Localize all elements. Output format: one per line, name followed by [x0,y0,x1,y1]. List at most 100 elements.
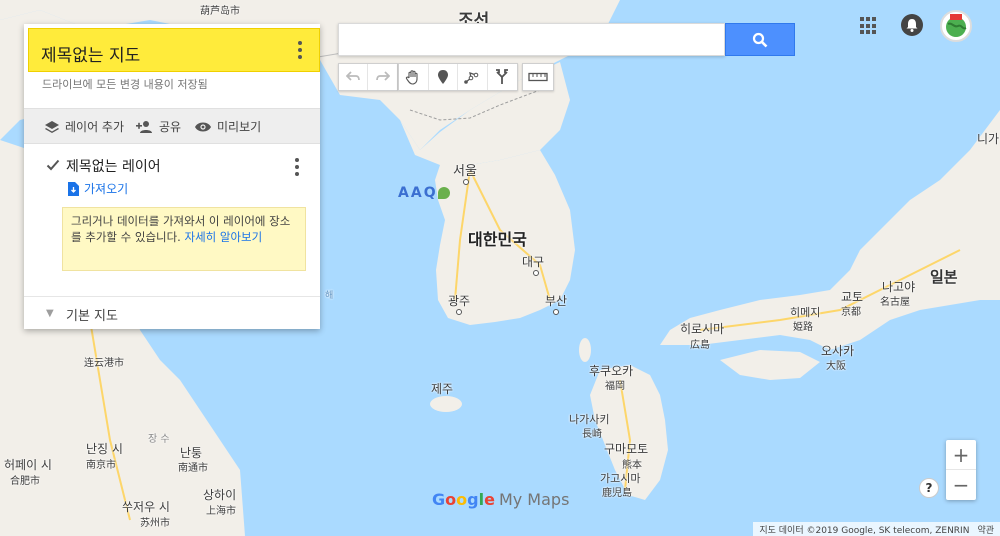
label-kagoshima-han: 鹿児島 [602,488,632,499]
search-input[interactable] [338,23,725,56]
google-wordmark: Google [432,490,495,509]
marker-q-icon: Q [423,185,436,201]
layer-options-icon[interactable] [292,158,302,178]
label-kumamoto-han: 熊本 [622,460,642,471]
directions-button[interactable] [488,64,517,90]
label-nantong-han: 南通市 [178,463,208,474]
search-button[interactable] [725,23,795,56]
zoom-in-button[interactable]: + [946,440,976,470]
google-letter: G [432,490,446,509]
hand-icon [406,70,418,85]
share-label: 공유 [159,120,182,134]
label-lianyungang: 连云港市 [84,358,124,369]
label-suzhou: 쑤저우 시 [122,500,170,514]
marker-icon [437,70,448,84]
zoom-control: + − [946,440,976,500]
draw-toolbar [398,63,518,91]
google-letter: e [484,490,495,509]
add-layer-button[interactable]: 레이어 추가 [44,118,124,135]
bell-icon [906,19,918,32]
add-person-icon [136,120,152,133]
city-dot-daegu [533,270,539,276]
zoom-out-button[interactable]: − [946,470,976,500]
help-button[interactable]: ? [919,478,939,498]
measure-toolbar [522,63,554,91]
city-dot-gwangju [456,309,462,315]
ruler-icon [528,72,548,82]
directions-icon [496,69,509,84]
map-title[interactable]: 제목없는 지도 [41,41,140,66]
learn-more-link[interactable]: 자세히 알아보기 [185,230,263,244]
label-japan: 일본 [930,268,958,286]
layer-row: 제목없는 레이어 [24,152,320,180]
undo-icon [346,71,360,81]
avatar[interactable] [940,10,972,42]
undo-button[interactable] [339,64,369,90]
redo-button[interactable] [368,64,397,90]
marker-pin-icon [437,187,450,199]
layer-name[interactable]: 제목없는 레이어 [66,156,161,176]
google-letter: g [467,490,479,509]
label-huludao: 葫芦岛市 [200,6,240,17]
label-seoul: 서울 [453,164,477,179]
map-editor-panel: 제목없는 지도 드라이브에 모든 변경 내용이 저장됨 레이어 추가 공유 미리… [24,24,320,329]
save-status: 드라이브에 모든 변경 내용이 저장됨 [42,78,208,91]
draw-line-icon [464,72,479,84]
expand-arrow-icon: ▼ [46,308,54,319]
label-hiroshima: 히로시마 [680,322,725,336]
select-tool-button[interactable] [399,64,429,90]
label-jeju: 제주 [431,382,454,396]
apps-grid-icon[interactable] [860,17,878,35]
add-layer-label: 레이어 추가 [65,120,125,134]
my-maps-wordmark: My Maps [498,490,570,509]
label-gwangju: 광주 [448,294,471,308]
label-suzhou-han: 苏州市 [140,518,170,529]
terms-link[interactable]: 약관 [977,523,994,536]
label-daegu: 대구 [522,255,545,269]
panel-header: 제목없는 지도 [28,28,320,72]
layer-tip: 그리거나 데이터를 가져와서 이 레이어에 장소를 추가할 수 있습니다. 자세… [62,207,306,271]
layer-checkbox[interactable] [46,158,60,172]
search-icon [752,32,768,47]
measure-button[interactable] [523,64,553,90]
notifications-button[interactable] [901,14,923,36]
import-label: 가져오기 [84,182,129,196]
label-niigata: 니가 [977,132,1000,146]
redo-icon [375,71,390,81]
panel-actions: 레이어 추가 공유 미리보기 [24,108,320,144]
more-options-icon[interactable] [293,41,307,61]
eye-icon [195,122,211,131]
marker-a2-icon: A [410,185,422,201]
base-map-row[interactable]: ▼ 기본 지도 [24,296,320,329]
label-osaka-han: 大阪 [826,361,846,372]
label-changsu: 장 수 [148,434,170,445]
label-nagasaki-han: 長崎 [582,429,602,440]
attribution-text: 지도 데이터 ©2019 Google, SK telecom, ZENRIN [759,526,970,536]
import-link[interactable]: 가져오기 [68,180,128,197]
label-nanjing-han: 南京市 [86,460,116,471]
label-shanghai-han: 上海市 [206,506,236,517]
avatar-globe-icon [946,14,967,37]
base-map-label: 기본 지도 [66,309,118,324]
add-marker-button[interactable] [429,64,458,90]
label-fukuoka-han: 福岡 [605,381,625,392]
label-busan: 부산 [545,294,568,308]
label-shanghai: 상하이 [203,488,237,502]
label-hiroshima-han: 広島 [690,340,710,351]
marker-a-icon: A [398,185,409,201]
label-yellow-sea: 해 [325,291,334,301]
map-marker-cluster[interactable]: AAQ [398,184,468,202]
edit-toolbar [338,63,398,91]
share-button[interactable]: 공유 [136,118,181,135]
google-letter: o [445,490,457,509]
preview-button[interactable]: 미리보기 [194,118,261,135]
preview-label: 미리보기 [217,120,262,134]
label-kyoto-han: 京都 [841,307,861,318]
label-kumamoto: 구마모토 [604,442,649,456]
label-hefei-han: 合肥市 [10,476,40,487]
draw-line-button[interactable] [458,64,488,90]
label-south-korea: 대한민국 [468,230,527,249]
label-nanjing: 난징 시 [86,442,123,456]
label-nagoya-han: 名古屋 [880,297,910,308]
label-himeji-han: 姫路 [793,322,813,333]
